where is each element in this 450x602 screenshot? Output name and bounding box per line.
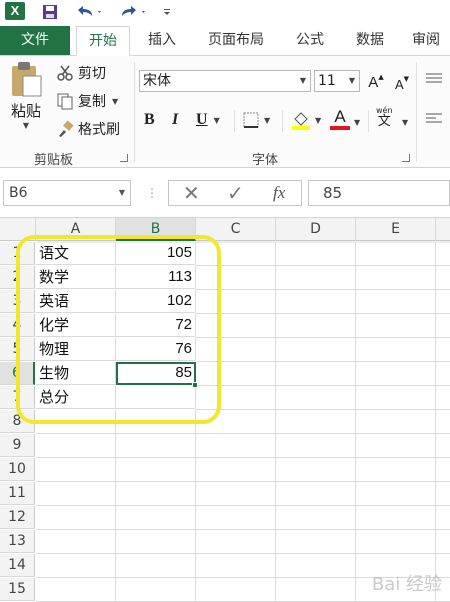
copy-label: 复制 [78, 94, 106, 110]
borders-button[interactable]: ▼ [242, 110, 270, 130]
paste-label: 粘贴 [10, 102, 41, 120]
cancel-icon[interactable]: ✕ [183, 181, 200, 205]
name-box[interactable]: B6 ▼ [3, 180, 131, 206]
worksheet-grid: A B C D E 1 2 3 4 5 6 7 8 9 10 11 12 13 … [0, 218, 450, 602]
italic-button[interactable]: I [172, 110, 188, 130]
chevron-down-icon[interactable]: ▼ [402, 118, 408, 127]
chevron-down-icon[interactable]: ▼ [354, 118, 360, 127]
font-color-icon: A [334, 107, 346, 126]
grid-lines [36, 241, 450, 602]
font-launcher-icon[interactable] [402, 154, 410, 162]
chevron-down-icon: ▼ [264, 115, 271, 125]
phonetic-icon: 文 [377, 114, 391, 129]
title-bar: X [0, 0, 450, 24]
name-box-value: B6 [9, 185, 28, 201]
save-icon[interactable] [38, 2, 62, 22]
tab-data[interactable]: 数据 [344, 26, 396, 56]
cell-b6[interactable]: 85 [116, 362, 196, 385]
align-top-icon[interactable] [424, 72, 444, 86]
font-name-select[interactable]: 宋体 ▼ [139, 70, 311, 92]
underline-icon: U [196, 111, 208, 128]
chevron-down-icon: ▼ [315, 115, 322, 125]
ribbon-separator [416, 62, 417, 162]
formula-buttons: ✕ ✓ fx [168, 180, 302, 206]
formula-bar-grip-icon[interactable]: ⋮ [146, 186, 158, 200]
border-icon [243, 112, 259, 128]
ribbon-separator [134, 62, 135, 162]
font-color-swatch [330, 126, 350, 130]
excel-logo-icon: X [5, 2, 25, 20]
tab-review[interactable]: 审阅 [402, 26, 450, 56]
ribbon-separator [282, 110, 283, 132]
paste-button[interactable]: 粘贴 ▼ [6, 60, 46, 146]
brush-icon [59, 120, 74, 137]
copy-button[interactable]: 复制 ▼ [56, 90, 118, 112]
font-group-label: 字体 [252, 153, 279, 168]
cut-label: 剪切 [78, 66, 106, 82]
copy-dropdown-icon[interactable]: ▼ [112, 97, 118, 106]
font-color-button[interactable]: A [330, 108, 350, 132]
format-painter-button[interactable]: 格式刷 [56, 118, 120, 140]
align-left-icon[interactable] [424, 112, 444, 126]
insert-function-icon[interactable]: fx [273, 181, 285, 205]
tab-home[interactable]: 开始 [76, 26, 130, 56]
ribbon-separator [368, 110, 369, 132]
redo-icon[interactable] [116, 2, 150, 22]
chevron-down-icon: ▼ [299, 76, 307, 85]
paste-icon [12, 62, 42, 97]
bold-button[interactable]: B [144, 110, 160, 130]
shrink-font-button[interactable]: A ▼ [392, 74, 412, 94]
font-name-value: 宋体 [143, 73, 171, 89]
grow-font-icon: A [368, 73, 379, 91]
paste-dropdown-icon[interactable]: ▼ [23, 121, 29, 130]
tab-file[interactable]: 文件 [0, 26, 70, 55]
ribbon: 粘贴 ▼ 剪切 复制 ▼ 格式刷 剪贴板 宋体 ▼ 11 ▼ A▲ A▼ B [0, 56, 450, 168]
undo-icon[interactable] [72, 2, 106, 22]
paint-bucket-icon [292, 112, 310, 130]
grow-font-button[interactable]: A ▲ [366, 72, 386, 92]
tab-formulas[interactable]: 公式 [284, 26, 336, 56]
clipboard-launcher-icon[interactable] [120, 154, 128, 162]
cut-button[interactable]: 剪切 [56, 62, 106, 84]
scissors-icon [57, 65, 73, 81]
fill-handle[interactable] [192, 382, 198, 388]
chevron-down-icon: ▼ [213, 115, 220, 125]
shrink-font-icon: A [394, 76, 404, 92]
font-size-select[interactable]: 11 ▼ [314, 70, 360, 92]
clipboard-group-label: 剪贴板 [34, 153, 74, 168]
chevron-down-icon: ▼ [348, 76, 356, 85]
ribbon-separator [234, 110, 235, 132]
fill-color-button[interactable]: ▼ [290, 108, 321, 132]
formula-input[interactable]: 85 [308, 180, 450, 206]
customize-quick-access-icon[interactable] [160, 2, 174, 22]
tab-insert[interactable]: 插入 [136, 26, 188, 56]
underline-button[interactable]: U ▼ [196, 110, 220, 130]
chevron-down-icon[interactable]: ▼ [119, 181, 125, 205]
phonetic-button[interactable]: wén 文 [376, 106, 393, 134]
copy-icon [57, 93, 73, 110]
watermark: Bai 经验 [371, 574, 442, 595]
format-painter-label: 格式刷 [78, 122, 120, 138]
formula-bar: B6 ▼ ⋮ ✕ ✓ fx 85 [0, 168, 450, 218]
ribbon-tabs: 文件 开始 插入 页面布局 公式 数据 审阅 [0, 24, 450, 56]
tab-page-layout[interactable]: 页面布局 [196, 26, 276, 56]
enter-icon[interactable]: ✓ [227, 181, 244, 205]
font-size-value: 11 [318, 73, 336, 89]
